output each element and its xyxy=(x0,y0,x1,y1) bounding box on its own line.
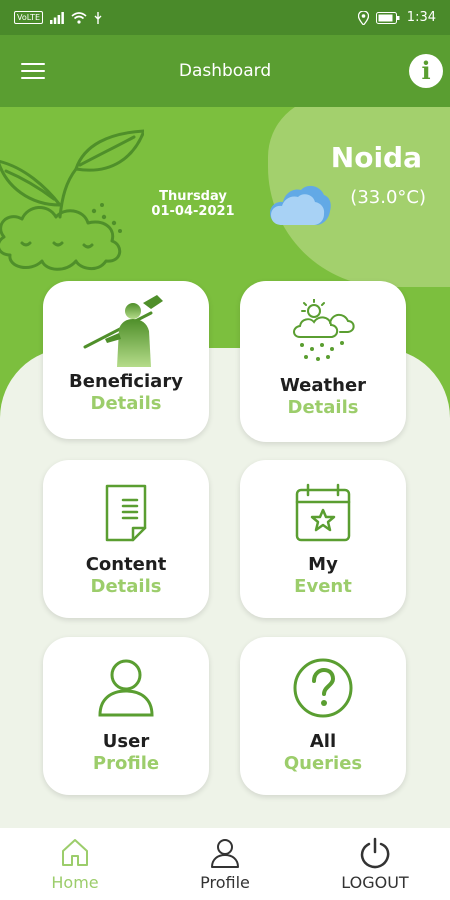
all-queries-card[interactable]: All Queries xyxy=(240,637,406,795)
nav-logout[interactable]: LOGOUT xyxy=(320,837,430,892)
my-event-card[interactable]: My Event xyxy=(240,460,406,618)
card-subtitle: Event xyxy=(294,576,352,597)
plant-illustration-icon xyxy=(0,129,144,271)
card-title: All xyxy=(309,731,337,752)
location-icon xyxy=(357,10,369,25)
card-title: My xyxy=(308,554,338,575)
weather-details-card[interactable]: Weather Details xyxy=(240,281,406,442)
usb-icon xyxy=(94,11,102,24)
page-title: Dashboard xyxy=(178,61,272,81)
card-subtitle: Details xyxy=(90,576,162,597)
weekday-label: Thursday xyxy=(159,189,227,204)
city-name: Noida xyxy=(330,141,422,174)
nav-home[interactable]: Home xyxy=(20,837,130,892)
nav-profile[interactable]: Profile xyxy=(170,837,280,892)
temperature-label: (33.0°C) xyxy=(350,187,426,208)
card-subtitle: Profile xyxy=(92,753,160,774)
app-bar: Dashboard i xyxy=(0,35,450,107)
home-icon xyxy=(62,838,88,866)
card-subtitle: Details xyxy=(90,393,162,414)
home-icon-wrap xyxy=(20,837,130,869)
wifi-icon xyxy=(71,11,87,24)
calendar-icon xyxy=(295,483,351,542)
nav-label: LOGOUT xyxy=(341,872,409,892)
document-icon-wrap xyxy=(43,482,209,542)
clock: 1:34 xyxy=(406,10,436,25)
power-icon-wrap xyxy=(320,837,430,869)
farmer-icon xyxy=(83,295,163,367)
question-icon xyxy=(293,658,353,718)
hamburger-icon-line xyxy=(21,77,45,79)
status-bar-right: 1:34 xyxy=(357,10,436,25)
card-subtitle: Details xyxy=(287,397,359,418)
date-label: 01-04-2021 xyxy=(151,204,235,219)
card-title: User xyxy=(102,731,150,752)
hamburger-icon-line xyxy=(21,63,45,65)
user-icon xyxy=(98,659,154,717)
calendar-icon-wrap xyxy=(240,482,406,542)
user-icon-wrap xyxy=(43,657,209,719)
bottom-navigation: Home Profile LOGOUT xyxy=(0,828,450,900)
status-bar: VoLTE 1:34 xyxy=(0,0,450,35)
profile-icon-wrap xyxy=(170,837,280,869)
content-details-card[interactable]: Content Details xyxy=(43,460,209,618)
card-title: Beneficiary xyxy=(69,371,183,392)
battery-icon xyxy=(375,11,400,24)
nav-label: Profile xyxy=(200,872,250,892)
card-title: Content xyxy=(85,554,167,575)
info-button[interactable]: i xyxy=(409,54,443,88)
farmer-icon-wrap xyxy=(43,295,209,367)
status-bar-left: VoLTE xyxy=(14,11,102,24)
weather-snow-cloud-icon xyxy=(293,299,355,361)
weather-icon-wrap xyxy=(240,299,406,363)
profile-icon xyxy=(211,838,239,868)
power-icon xyxy=(360,837,390,868)
question-icon-wrap xyxy=(240,657,406,719)
signal-icon xyxy=(50,11,64,24)
volte-indicator: VoLTE xyxy=(14,11,44,24)
hamburger-icon-line xyxy=(21,70,45,72)
cloud-icon xyxy=(270,185,331,225)
nav-label: Home xyxy=(51,872,99,892)
card-subtitle: Queries xyxy=(283,753,363,774)
card-title: Weather xyxy=(279,375,367,396)
user-profile-card[interactable]: User Profile xyxy=(43,637,209,795)
beneficiary-details-card[interactable]: Beneficiary Details xyxy=(43,281,209,439)
menu-button[interactable] xyxy=(21,63,45,80)
document-icon xyxy=(105,484,147,542)
